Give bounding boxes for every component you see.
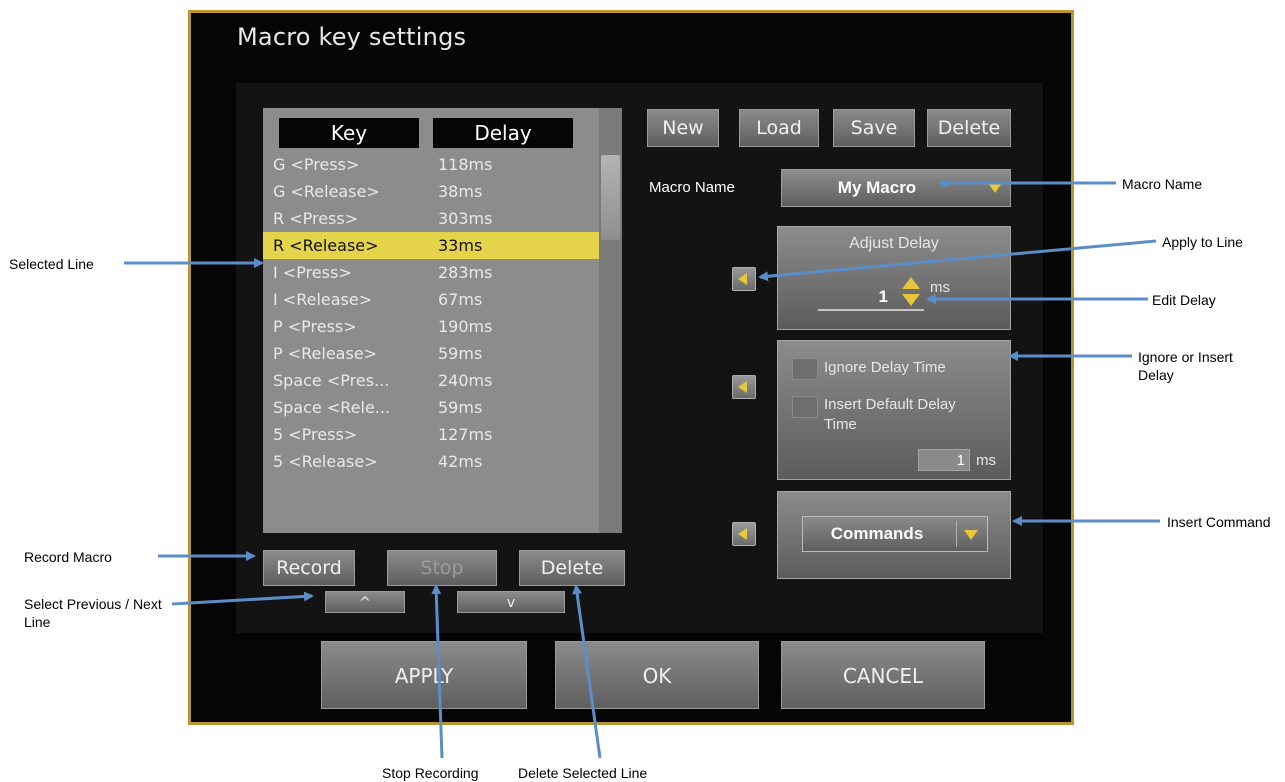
annotation-delete-selected: Delete Selected Line: [518, 765, 648, 781]
list-item-key: 5 <Release>: [273, 452, 378, 471]
arrow-left-icon: [738, 273, 747, 285]
list-item[interactable]: P <Release> 59ms: [263, 340, 599, 367]
list-item[interactable]: G <Press> 118ms: [263, 151, 599, 178]
ignore-delay-checkbox[interactable]: [792, 358, 818, 380]
previous-line-button[interactable]: ^: [325, 591, 405, 613]
list-item-key: R <Press>: [273, 209, 359, 228]
save-macro-button[interactable]: Save: [833, 109, 915, 147]
list-item[interactable]: P <Press> 190ms: [263, 313, 599, 340]
delete-macro-button[interactable]: Delete: [927, 109, 1011, 147]
macro-name-label: Macro Name: [649, 179, 735, 196]
cancel-button[interactable]: CANCEL: [781, 641, 985, 709]
arrow-left-icon: [738, 381, 747, 393]
new-macro-button[interactable]: New: [647, 109, 719, 147]
delay-stepper[interactable]: [900, 277, 922, 309]
default-delay-unit: ms: [976, 452, 996, 469]
list-item[interactable]: G <Release> 38ms: [263, 178, 599, 205]
list-item-selected[interactable]: R <Release> 33ms: [263, 232, 599, 259]
macro-name-select[interactable]: My Macro: [781, 169, 1011, 207]
list-item-key: Space <Rele...: [273, 398, 391, 417]
commands-panel: Commands: [777, 491, 1011, 579]
list-item-key: G <Press>: [273, 155, 360, 174]
list-item-key: I <Release>: [273, 290, 373, 309]
adjust-delay-title: Adjust Delay: [849, 235, 939, 252]
apply-button[interactable]: APPLY: [321, 641, 527, 709]
ignore-delay-label: Ignore Delay Time: [824, 359, 946, 376]
chevron-down-icon: [988, 183, 1002, 193]
list-item-delay: 59ms: [438, 398, 483, 417]
commands-value: Commands: [830, 524, 924, 543]
macro-settings-dialog: Macro key settings Key Delay G <Press> 11…: [188, 10, 1074, 725]
macro-list-rows: G <Press> 118ms G <Release> 38ms R <Press>…: [263, 151, 599, 475]
list-item[interactable]: I <Press> 283ms: [263, 259, 599, 286]
record-button[interactable]: Record: [263, 550, 355, 586]
list-item-delay: 33ms: [438, 236, 483, 255]
list-item-delay: 190ms: [438, 317, 493, 336]
list-item-delay: 42ms: [438, 452, 483, 471]
list-item[interactable]: 5 <Release> 42ms: [263, 448, 599, 475]
list-item-key: I <Press>: [273, 263, 352, 282]
dialog-title: Macro key settings: [237, 23, 467, 51]
insert-command-button[interactable]: [732, 522, 756, 546]
delay-input[interactable]: 1: [818, 277, 924, 311]
list-item[interactable]: R <Press> 303ms: [263, 205, 599, 232]
list-scrollbar-thumb[interactable]: [601, 155, 620, 240]
list-item[interactable]: 5 <Press> 127ms: [263, 421, 599, 448]
list-item-key: 5 <Press>: [273, 425, 358, 444]
delete-line-button[interactable]: Delete: [519, 550, 625, 586]
adjust-delay-panel: Adjust Delay 1 ms: [777, 226, 1011, 330]
next-line-button[interactable]: v: [457, 591, 565, 613]
list-item-delay: 59ms: [438, 344, 483, 363]
delay-options-panel: Ignore Delay Time Insert Default Delay T…: [777, 340, 1011, 480]
list-item-key: Space <Pres...: [273, 371, 390, 390]
load-macro-button[interactable]: Load: [739, 109, 819, 147]
annotation-insert-command: Insert Command: [1167, 514, 1271, 530]
arrow-left-icon: [738, 528, 747, 540]
annotation-record-macro: Record Macro: [24, 549, 112, 565]
commands-dropdown-toggle[interactable]: [956, 521, 983, 547]
insert-default-delay-checkbox[interactable]: [792, 396, 818, 418]
chevron-down-icon: [964, 530, 978, 540]
list-item[interactable]: I <Release> 67ms: [263, 286, 599, 313]
list-item-delay: 283ms: [438, 263, 493, 282]
list-item-delay: 67ms: [438, 290, 483, 309]
apply-delay-option-button[interactable]: [732, 375, 756, 399]
annotation-stop-recording: Stop Recording: [382, 765, 479, 781]
list-item-key: G <Release>: [273, 182, 380, 201]
annotation-select-prev-next: Select Previous / Next Line: [24, 596, 162, 630]
annotation-macro-name: Macro Name: [1122, 176, 1203, 192]
macro-list[interactable]: Key Delay G <Press> 118ms G <Release> 38ms…: [263, 108, 622, 533]
list-item[interactable]: Space <Rele... 59ms: [263, 394, 599, 421]
list-item-key: P <Release>: [273, 344, 378, 363]
annotation-edit-delay: Edit Delay: [1152, 292, 1216, 308]
commands-select[interactable]: Commands: [802, 516, 988, 552]
insert-default-delay-label: Insert Default Delay Time: [824, 396, 956, 433]
default-delay-input[interactable]: 1: [918, 449, 970, 471]
delay-unit: ms: [930, 279, 950, 296]
list-item-delay: 118ms: [438, 155, 493, 174]
list-item-delay: 127ms: [438, 425, 493, 444]
ok-button[interactable]: OK: [555, 641, 759, 709]
list-item-key: R <Release>: [273, 236, 379, 255]
list-item-delay: 303ms: [438, 209, 493, 228]
delay-value: 1: [878, 287, 888, 306]
annotation-selected-line: Selected Line: [9, 256, 94, 272]
annotation-ignore-insert: Ignore or Insert Delay: [1138, 349, 1233, 383]
column-header-key: Key: [279, 118, 419, 148]
column-header-delay: Delay: [433, 118, 573, 148]
increment-icon[interactable]: [902, 277, 920, 289]
list-item[interactable]: Space <Pres... 240ms: [263, 367, 599, 394]
list-item-delay: 38ms: [438, 182, 483, 201]
list-item-key: P <Press>: [273, 317, 357, 336]
decrement-icon[interactable]: [902, 294, 920, 306]
list-item-delay: 240ms: [438, 371, 493, 390]
annotation-apply-to-line: Apply to Line: [1162, 234, 1243, 250]
stop-button[interactable]: Stop: [387, 550, 497, 586]
macro-name-value: My Macro: [837, 178, 917, 197]
apply-delay-to-line-button[interactable]: [732, 267, 756, 291]
